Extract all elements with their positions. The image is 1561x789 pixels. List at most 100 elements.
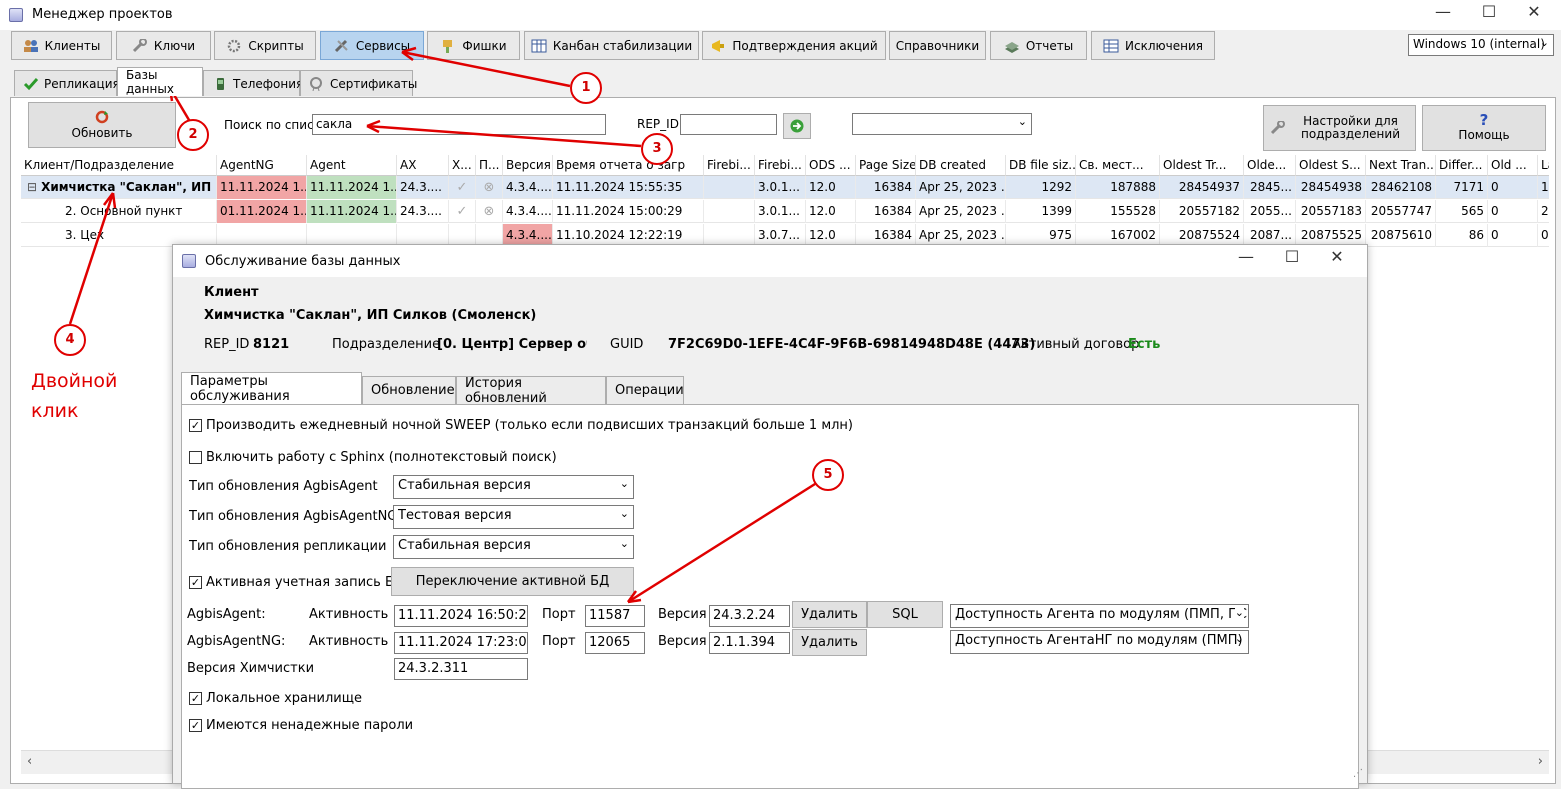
switch-db-button[interactable]: Переключение активной БД (391, 567, 634, 596)
toolbar-button-label: Справочники (895, 38, 980, 53)
column-header[interactable]: Oldest Tr... (1160, 155, 1244, 176)
dialog-minimize-button[interactable]: — (1223, 245, 1269, 275)
differ-cell: 86 (1436, 224, 1488, 247)
column-header[interactable]: Версия (503, 155, 553, 176)
table-row[interactable]: 2. Основной пункт 01.11.2024 1... 11.11.20… (21, 200, 1549, 223)
resize-grip-icon[interactable]: ⋰ (1353, 768, 1363, 779)
agentng-cell: 11.11.2024 1... (217, 176, 307, 199)
sphinx-checkbox[interactable] (189, 451, 202, 464)
agentng-modules-select[interactable]: Доступность АгентаНГ по модулям (ПМП) ⌄ (950, 630, 1249, 654)
go-button[interactable] (783, 113, 811, 139)
column-header[interactable]: Next Tran... (1366, 155, 1436, 176)
column-header[interactable]: Page Size (856, 155, 916, 176)
column-header[interactable]: Oldest S... (1296, 155, 1366, 176)
dialog-maximize-button[interactable]: ☐ (1269, 245, 1315, 275)
refresh-button[interactable]: Обновить (28, 102, 176, 148)
help-button[interactable]: ? Помощь (1422, 105, 1546, 151)
column-header[interactable]: Olde... (1244, 155, 1296, 176)
olde-cell: 2055... (1244, 200, 1296, 223)
maximize-button[interactable]: ☐ (1466, 0, 1512, 30)
toolbar-button-directories[interactable]: Справочники (889, 31, 986, 60)
column-header[interactable]: DB created (916, 155, 1006, 176)
column-header[interactable]: DB file siz... (1006, 155, 1076, 176)
table-row[interactable]: ⊟ Химчистка "Саклан", ИП Силк...11.11.202… (21, 176, 1549, 199)
toolbar-button-services[interactable]: Сервисы (320, 31, 424, 60)
toolbar-button-label: Скрипты (248, 38, 304, 53)
close-button[interactable]: ✕ (1511, 0, 1557, 30)
scroll-right-icon[interactable]: › (1538, 754, 1543, 769)
agent-delete-button[interactable]: Удалить (792, 601, 867, 628)
toolbar-button-clients[interactable]: Клиенты (11, 31, 112, 60)
next-tran-cell: 20557747 (1366, 200, 1436, 223)
x-cell: ✓ (449, 200, 476, 223)
column-header[interactable]: AX (397, 155, 449, 176)
p-cell: ⊗ (476, 200, 503, 223)
repid-input[interactable] (680, 114, 777, 135)
client-name: Химчистка "Саклан", ИП Силк... (41, 180, 216, 194)
toolbar-button-promo-confirm[interactable]: Подтверждения акций (702, 31, 886, 60)
local-storage-checkbox[interactable]: ✓ (189, 692, 202, 705)
sweep-checkbox[interactable]: ✓ (189, 419, 202, 432)
toolbar-button-scripts[interactable]: Скрипты (214, 31, 316, 60)
column-header[interactable]: Agent (307, 155, 397, 176)
column-header[interactable]: Firebi... (704, 155, 755, 176)
column-header[interactable]: Differ... (1436, 155, 1488, 176)
column-header[interactable]: Время отчета о загр (553, 155, 704, 176)
agentng-activity-field[interactable]: 11.11.2024 17:23:05 (394, 632, 528, 654)
agentng-delete-button[interactable]: Удалить (792, 629, 867, 656)
column-header[interactable]: П... (476, 155, 503, 176)
weak-passwords-checkbox[interactable]: ✓ (189, 719, 202, 732)
agent-activity-field[interactable]: 11.11.2024 16:50:27 (394, 605, 528, 627)
expand-toggle-icon[interactable]: ⊟ (27, 180, 37, 194)
column-header[interactable]: Клиент/Подразделение (21, 155, 217, 176)
column-header[interactable]: Св. мест... (1076, 155, 1160, 176)
window-title: Менеджер проектов (32, 7, 173, 22)
active-account-checkbox[interactable]: ✓ (189, 576, 202, 589)
agent-update-select[interactable]: Стабильная версия ⌄ (393, 475, 634, 499)
chevron-down-icon: ⌄ (1539, 36, 1549, 49)
minimize-button[interactable]: — (1420, 0, 1466, 30)
agent-modules-select[interactable]: Доступность Агента по модулям (ПМП, ПСК,… (950, 604, 1249, 628)
toolbar-button-features[interactable]: Фишки (427, 31, 520, 60)
agentng-port-field[interactable]: 12065 (585, 632, 645, 654)
tab-operations[interactable]: Операции (606, 376, 684, 404)
column-header[interactable]: ODS ... (806, 155, 856, 176)
agent-version-field[interactable]: 24.3.2.24 (709, 605, 790, 627)
agent-port-field[interactable]: 11587 (585, 605, 645, 627)
laundry-version-field[interactable]: 24.3.2.311 (394, 658, 528, 680)
tab-update[interactable]: Обновление (362, 376, 456, 404)
tab-certificates[interactable]: Сертификаты (300, 70, 417, 96)
databases-grid[interactable]: Клиент/Подразделение AgentNG Agent AX Х... П.… (21, 155, 1549, 247)
replication-update-select[interactable]: Стабильная версия ⌄ (393, 535, 634, 559)
guid-label: GUID (610, 337, 644, 352)
oldest-s-cell: 20557183 (1296, 200, 1366, 223)
tab-replication[interactable]: Репликация (14, 70, 120, 96)
column-header[interactable]: AgentNG (217, 155, 307, 176)
tab-label: Репликация (44, 76, 120, 91)
sql-button[interactable]: SQL (867, 601, 943, 628)
dialog-close-button[interactable]: ✕ (1314, 245, 1360, 275)
toolbar-button-kanban[interactable]: Канбан стабилизации (524, 31, 699, 60)
column-header[interactable]: Old ... (1488, 155, 1538, 176)
agentng-update-select[interactable]: Тестовая версия ⌄ (393, 505, 634, 529)
filter-select[interactable]: ⌄ (852, 113, 1032, 135)
environment-select[interactable]: Windows 10 (internal) ⌄ (1408, 34, 1554, 56)
tab-telephony[interactable]: Телефония (203, 70, 303, 96)
agentng-version-field[interactable]: 2.1.1.394 (709, 632, 790, 654)
column-header[interactable]: Х... (449, 155, 476, 176)
toolbar-button-keys[interactable]: Ключи (116, 31, 211, 60)
report-icon (1004, 39, 1020, 53)
fb2-cell: 3.0.1... (755, 200, 806, 223)
column-header[interactable]: Firebi... (755, 155, 806, 176)
division-settings-button[interactable]: Настройки для подразделений (1263, 105, 1416, 151)
search-input[interactable]: сакла (312, 114, 606, 135)
tab-maintenance-params[interactable]: Параметры обслуживания (181, 372, 362, 404)
scroll-left-icon[interactable]: ‹ (27, 754, 32, 769)
client-cell: 2. Основной пункт (21, 200, 217, 223)
column-header[interactable]: Last In (1538, 155, 1549, 176)
tab-update-history[interactable]: История обновлений (456, 376, 606, 406)
dialog-repid-value: 8121 (253, 337, 290, 352)
toolbar-button-reports[interactable]: Отчеты (990, 31, 1087, 60)
tab-databases[interactable]: Базы данных (117, 67, 203, 96)
toolbar-button-exceptions[interactable]: Исключения (1091, 31, 1215, 60)
